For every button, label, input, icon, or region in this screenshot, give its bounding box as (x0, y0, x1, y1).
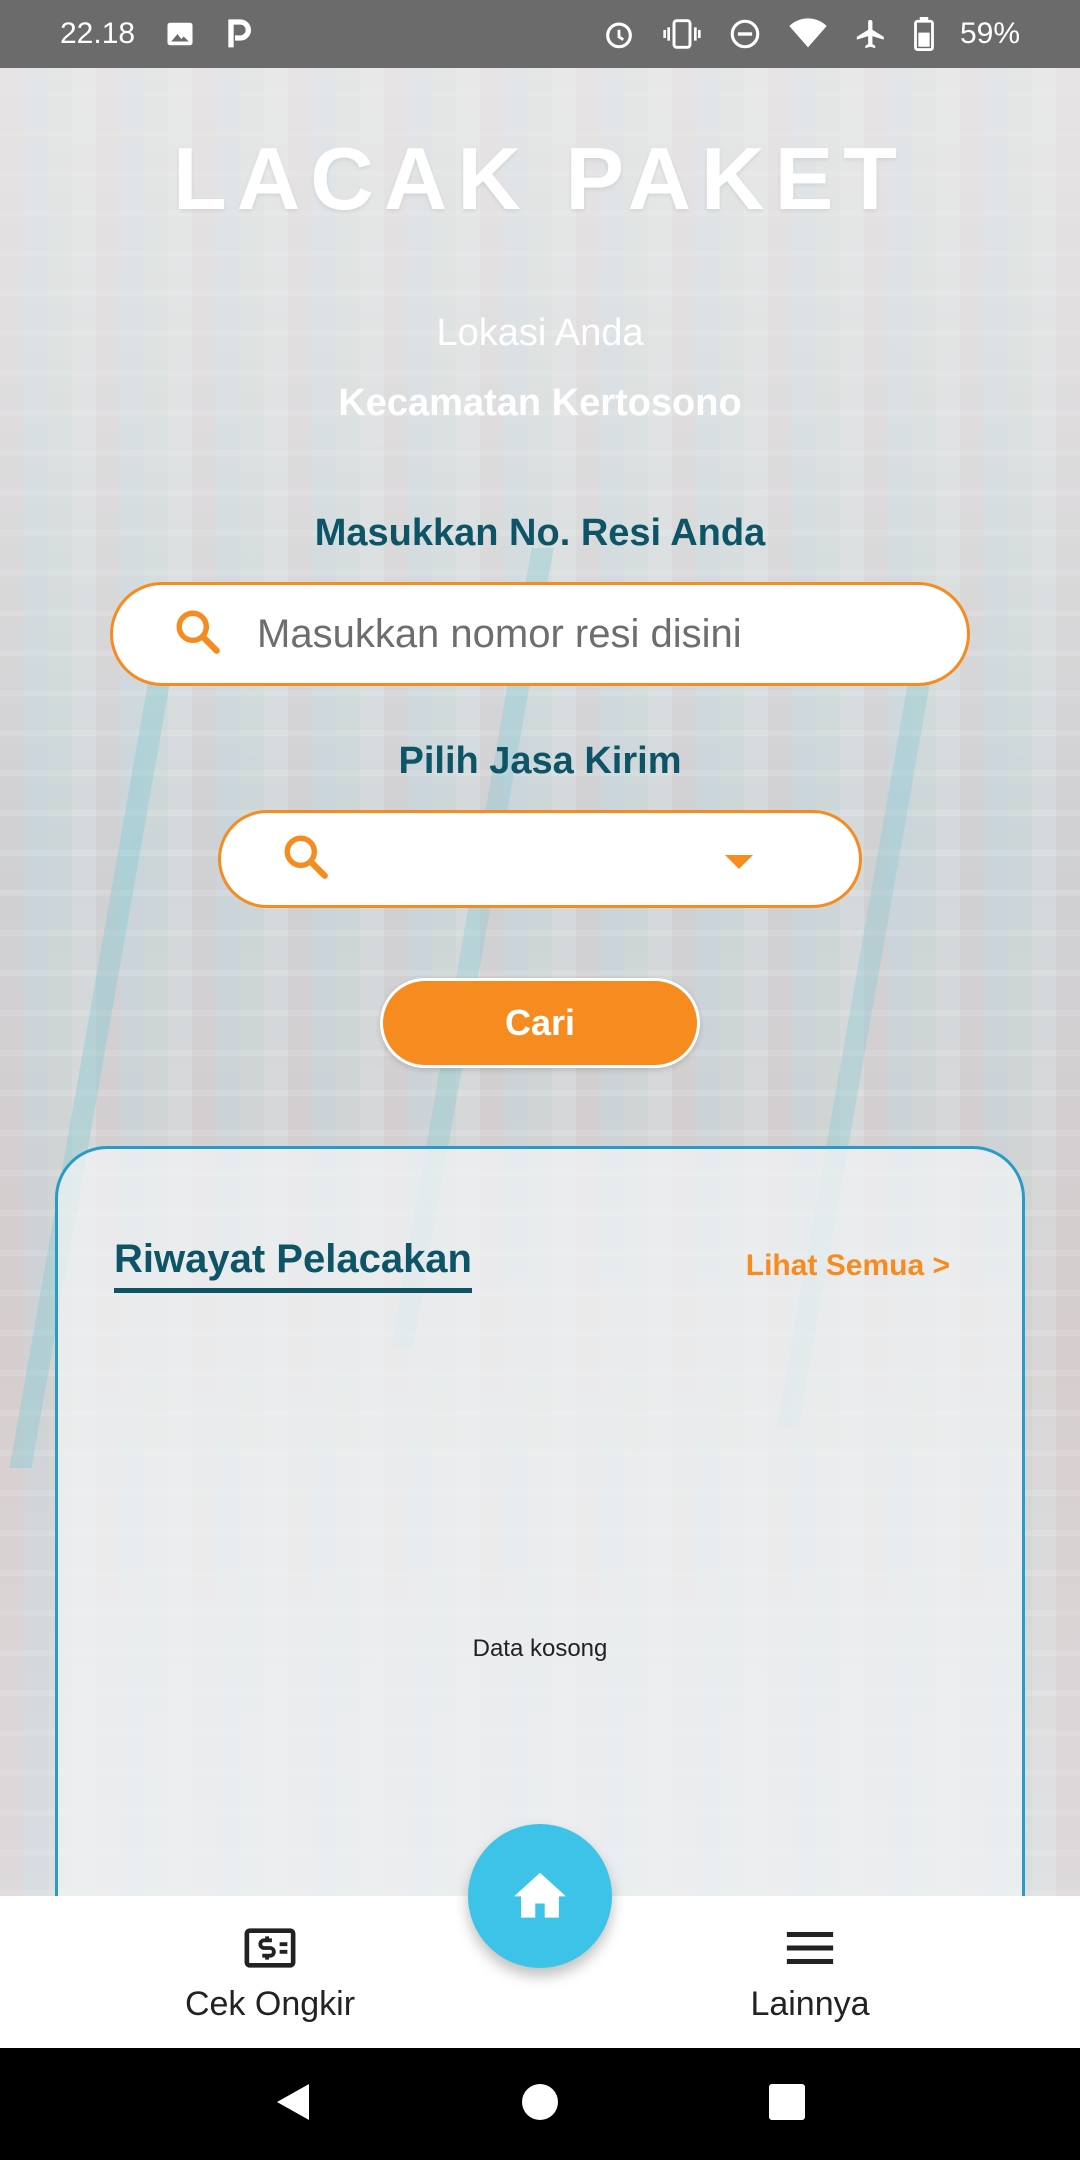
menu-icon (783, 1926, 837, 1979)
recents-icon[interactable] (767, 2082, 807, 2127)
see-all-link[interactable]: Lihat Semua > (746, 1249, 950, 1283)
price-tag-icon (243, 1926, 297, 1979)
history-title: Riwayat Pelacakan (114, 1237, 472, 1293)
nav-lainnya-label: Lainnya (750, 1985, 870, 2023)
nav-cek-ongkir[interactable]: Cek Ongkir (150, 1926, 390, 2024)
home-button[interactable] (468, 1824, 612, 1968)
nav-cek-ongkir-label: Cek Ongkir (184, 1985, 356, 2023)
battery-icon (914, 17, 934, 51)
empty-state-text: Data kosong (472, 1635, 608, 1662)
home-circle-icon[interactable] (520, 2082, 560, 2127)
search-icon (173, 607, 223, 662)
location-value: Kecamatan Kertosono (338, 382, 742, 424)
vibrate-icon (662, 18, 702, 50)
page-title: LACAK PAKET (172, 129, 908, 228)
search-button[interactable]: Cari (380, 978, 700, 1068)
dnd-icon (728, 17, 762, 51)
image-icon (165, 19, 195, 49)
home-icon (511, 1868, 569, 1925)
chevron-down-icon[interactable] (725, 855, 753, 869)
location-label: Lokasi Anda (436, 312, 644, 354)
resi-input[interactable] (257, 611, 897, 657)
resi-label: Masukkan No. Resi Anda (314, 512, 766, 554)
nav-lainnya[interactable]: Lainnya (690, 1926, 930, 2024)
airplane-icon (854, 17, 888, 51)
parking-icon (225, 18, 253, 50)
search-icon (281, 832, 331, 887)
wifi-icon (788, 18, 828, 50)
system-nav-bar (0, 2048, 1080, 2160)
back-icon[interactable] (273, 2080, 313, 2129)
status-time: 22.18 (60, 17, 136, 50)
courier-select[interactable] (218, 810, 862, 908)
courier-label: Pilih Jasa Kirim (398, 740, 682, 782)
alarm-icon (602, 17, 636, 51)
status-bar: 22.18 59% (0, 0, 1080, 68)
battery-percent: 59% (959, 17, 1020, 50)
history-card: Riwayat Pelacakan Lihat Semua > Data kos… (55, 1146, 1025, 1906)
resi-field[interactable] (110, 582, 970, 686)
